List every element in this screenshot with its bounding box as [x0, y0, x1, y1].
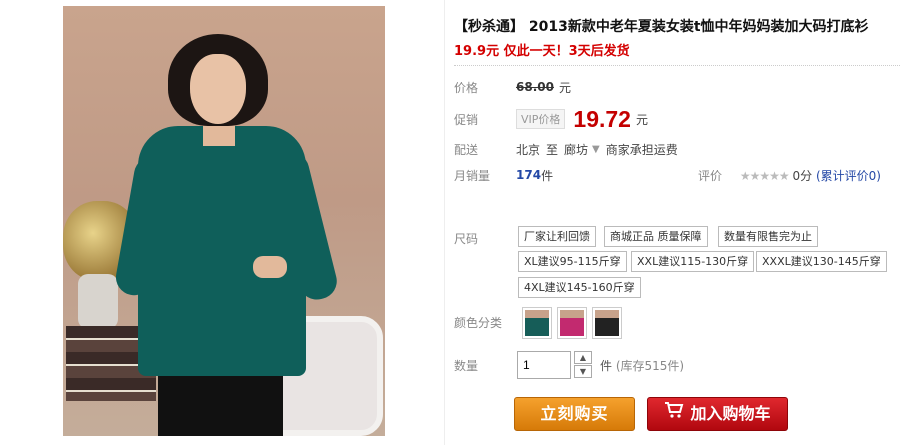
- quantity-decrease-button[interactable]: ▼: [574, 365, 592, 378]
- quantity-unit: 件: [600, 359, 613, 373]
- shipping-label: 配送: [454, 142, 479, 157]
- color-swatch[interactable]: [592, 307, 622, 339]
- sales-row: 月销量 174 件 评价 ★★★★★ 0分 (累计评价0): [454, 164, 900, 186]
- ship-to-select[interactable]: 廊坊: [564, 141, 588, 158]
- color-swatch-image: [525, 310, 549, 336]
- add-to-cart-button[interactable]: 加入购物车: [647, 397, 788, 431]
- color-swatch[interactable]: [557, 307, 587, 339]
- photo-vase: [78, 274, 118, 329]
- buy-now-button[interactable]: 立刻购买: [514, 397, 635, 431]
- quantity-increase-button[interactable]: ▲: [574, 351, 592, 364]
- promo-text: 19.9元 仅此一天！3天后发货: [454, 44, 630, 59]
- shipping-note: 商家承担运费: [605, 142, 678, 157]
- rating-score: 0分: [792, 168, 813, 183]
- promo-label: 促销: [454, 112, 479, 127]
- price-label: 价格: [454, 80, 479, 95]
- product-title: 【秒杀通】 2013新款中老年夏装女装t恤中年妈妈装加大码打底衫: [454, 19, 869, 35]
- original-price: 68.00: [516, 80, 554, 94]
- rating-stars: ★★★★★: [739, 168, 790, 183]
- review-count-link[interactable]: (累计评价0): [816, 169, 881, 183]
- size-option[interactable]: 数量有限售完为止: [718, 226, 818, 247]
- size-option[interactable]: 商城正品 质量保障: [604, 226, 708, 247]
- ship-to-word: 至: [546, 142, 559, 157]
- size-option[interactable]: XL建议95-115斤穿: [518, 251, 627, 272]
- rating-label: 评价: [698, 168, 723, 183]
- divider: [454, 65, 900, 66]
- promo-price: 19.72: [573, 105, 631, 132]
- size-label: 尺码: [454, 232, 479, 246]
- sales-unit: 件: [541, 168, 554, 183]
- photo-pants: [158, 366, 283, 436]
- stock-count: (库存515件): [615, 359, 685, 373]
- add-to-cart-label: 加入购物车: [690, 404, 771, 423]
- ship-from: 北京: [516, 142, 541, 157]
- photo-hand: [253, 256, 287, 278]
- color-swatch-image: [595, 310, 619, 336]
- shipping-row: 配送 北京 至 廊坊 ▼ 商家承担运费: [454, 138, 678, 160]
- quantity-input[interactable]: [517, 351, 571, 379]
- sales-label: 月销量: [454, 168, 491, 183]
- photo-shirt: [138, 126, 306, 376]
- cart-icon: [664, 397, 684, 429]
- color-label: 颜色分类: [454, 316, 503, 330]
- size-option[interactable]: XXXL建议130-145斤穿: [756, 251, 887, 272]
- photo-face: [190, 54, 246, 124]
- size-option[interactable]: 4XL建议145-160斤穿: [518, 277, 641, 298]
- promo-price-unit: 元: [635, 112, 648, 127]
- price-row: 价格 68.00 元: [454, 76, 571, 98]
- vip-price-tag: VIP价格: [516, 109, 566, 129]
- price-unit: 元: [558, 80, 571, 95]
- product-image-area: [0, 0, 445, 445]
- size-option[interactable]: XXL建议115-130斤穿: [631, 251, 755, 272]
- product-info-panel: 【秒杀通】 2013新款中老年夏装女装t恤中年妈妈装加大码打底衫 19.9元 仅…: [454, 0, 900, 445]
- sales-count: 174: [516, 168, 542, 182]
- color-swatch[interactable]: [522, 307, 552, 339]
- promo-price-row: 促销 VIP价格 19.72 元: [454, 103, 648, 135]
- color-swatch-image: [560, 310, 584, 336]
- chevron-down-icon[interactable]: ▼: [592, 144, 600, 155]
- rating-group: 评价 ★★★★★ 0分 (累计评价0): [698, 167, 881, 184]
- quantity-label: 数量: [454, 359, 479, 373]
- size-option[interactable]: 厂家让利回馈: [518, 226, 596, 247]
- product-photo[interactable]: [63, 6, 385, 436]
- stock-info: 件 (库存515件): [600, 357, 684, 374]
